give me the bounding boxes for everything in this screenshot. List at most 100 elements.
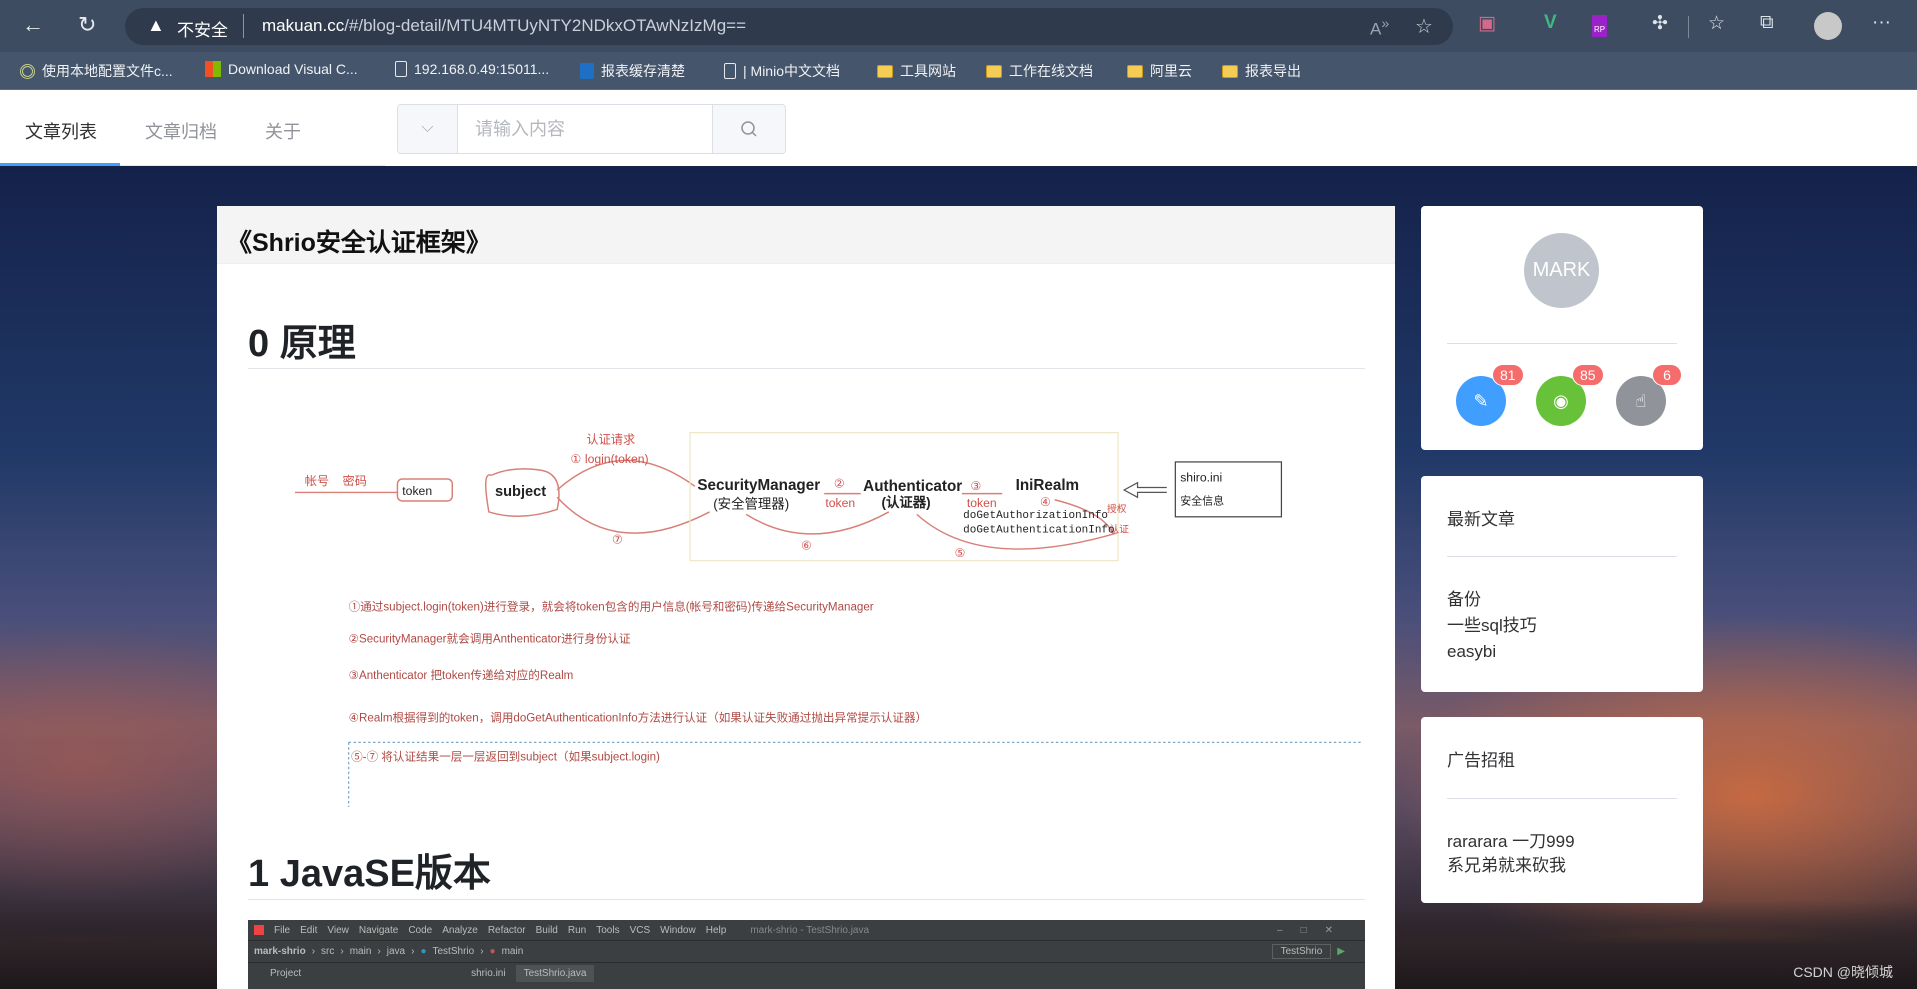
- warning-icon: ▲: [147, 15, 165, 35]
- nav-article-list[interactable]: 文章列表: [25, 118, 97, 144]
- intellij-logo-icon: [254, 925, 264, 935]
- eye-icon: ◉: [1553, 391, 1569, 411]
- card-divider: [1447, 343, 1677, 344]
- bookmark-label: 报表缓存清楚: [601, 63, 685, 79]
- extensions-icon[interactable]: ✣: [1652, 12, 1668, 35]
- ide-menu-item: Tools: [596, 924, 620, 936]
- ide-screenshot-image: File Edit View Navigate Code Analyze Refactor B…: [248, 920, 1365, 989]
- ad-text: rararara 一刀999: [1447, 832, 1575, 851]
- vue-devtools-icon[interactable]: V: [1544, 12, 1557, 34]
- bookmark[interactable]: 使用本地配置文件c...: [20, 61, 173, 81]
- search-icon: [741, 121, 757, 137]
- nav-archive[interactable]: 文章归档: [145, 118, 217, 144]
- ide-menu-item: Window: [660, 924, 696, 936]
- count-badge: 81: [1492, 364, 1524, 386]
- profile-avatar-icon[interactable]: [1814, 12, 1842, 40]
- ide-run-config: TestShrio: [1271, 944, 1332, 959]
- label-step7: ⑦: [612, 533, 623, 547]
- label-step2: ②: [834, 477, 845, 491]
- bookmark[interactable]: 工具网站: [877, 61, 956, 81]
- label-authenticator-cn: (认证器): [881, 494, 930, 510]
- favorites-icon[interactable]: ☆: [1708, 12, 1725, 35]
- nav-about[interactable]: 关于: [265, 118, 301, 144]
- label-step5: ⑤: [955, 546, 966, 560]
- count-badge: 85: [1572, 364, 1604, 386]
- back-icon[interactable]: ←: [22, 12, 44, 38]
- refresh-icon[interactable]: ↻: [78, 12, 96, 38]
- ide-breadcrumb: java: [386, 946, 406, 957]
- security-label[interactable]: 不安全: [177, 16, 228, 41]
- folder-icon: [986, 64, 1002, 78]
- ide-tab: shrio.ini: [471, 968, 506, 979]
- ide-breadcrumb: main: [501, 946, 524, 957]
- heading-divider: [248, 899, 1365, 900]
- note-line: ②SecurityManager就会调用Anthenticator进行身份认证: [349, 631, 631, 645]
- note-line: ③Anthenticator 把token传递给对应的Realm: [349, 668, 574, 682]
- bookmark[interactable]: 工作在线文档: [986, 61, 1093, 81]
- label-ini-file: shiro.ini: [1180, 470, 1222, 484]
- site-header: 文章列表 文章归档 关于: [0, 90, 1917, 166]
- ide-menu-item: VCS: [629, 924, 651, 936]
- label-method2: doGetAuthenticationInfo: [963, 525, 1114, 537]
- section-heading: 0 原理: [248, 323, 356, 365]
- bookmark-label: 192.168.0.49:15011...: [414, 61, 550, 77]
- browser-toolbar: ← ↻ ▲ 不安全 makuan.cc/#/blog-detail/MTU4MT…: [0, 0, 1917, 52]
- bookmark[interactable]: 报表导出: [1222, 61, 1301, 81]
- avatar[interactable]: MARK: [1524, 233, 1599, 308]
- ide-menu-item: Build: [535, 924, 558, 936]
- card-title: 广告招租: [1447, 751, 1515, 770]
- ide-menu-item: File: [274, 924, 291, 936]
- hand-pointer-icon: ☝: [1635, 391, 1647, 411]
- articles-count-button[interactable]: ✎ 81: [1456, 364, 1524, 426]
- heading-divider: [248, 368, 1365, 369]
- bookmark-label: 工作在线文档: [1009, 63, 1093, 79]
- bookmark-label: 工具网站: [900, 63, 956, 79]
- arrow-return-6: [745, 511, 890, 535]
- latest-article-link[interactable]: 备份: [1447, 587, 1481, 613]
- latest-article-link[interactable]: easybi: [1447, 639, 1496, 665]
- card-title: 最新文章: [1447, 510, 1515, 529]
- label-step4: ④: [1040, 495, 1051, 509]
- bookmark-label: Download Visual C...: [228, 61, 358, 77]
- label-security-manager: SecurityManager: [697, 477, 820, 494]
- bilibili-extension-icon[interactable]: ▣: [1478, 12, 1496, 35]
- page-icon: [395, 61, 407, 77]
- hollow-arrow: [1122, 481, 1167, 499]
- label-security-manager-cn: (安全管理器): [713, 495, 789, 511]
- ide-menu-item: Edit: [300, 924, 318, 936]
- ads-card: 广告招租 rararara 一刀999 系兄弟就来砍我: [1421, 717, 1703, 903]
- search-input[interactable]: [459, 105, 711, 153]
- label-authz: 授权: [1107, 502, 1127, 515]
- address-bar[interactable]: ▲ 不安全 makuan.cc/#/blog-detail/MTU4MTUyNT…: [125, 8, 1453, 45]
- bookmark[interactable]: 报表缓存清楚: [580, 61, 685, 81]
- rp-extension-icon[interactable]: RP: [1592, 15, 1607, 37]
- search-button[interactable]: [712, 105, 785, 153]
- collections-icon[interactable]: ⧉: [1760, 12, 1774, 34]
- label-token3: token: [967, 496, 997, 510]
- search-category-select[interactable]: ⌵: [398, 105, 458, 153]
- card-divider: [1447, 798, 1677, 799]
- bookmark[interactable]: 阿里云: [1127, 61, 1192, 81]
- bookmarks-bar: 使用本地配置文件c... Download Visual C... 192.16…: [0, 52, 1917, 90]
- latest-article-link[interactable]: 一些sql技巧: [1447, 613, 1537, 639]
- more-icon[interactable]: ···: [1872, 12, 1891, 34]
- url-text[interactable]: makuan.cc/#/blog-detail/MTU4MTUyNTY2NDkx…: [262, 16, 746, 36]
- views-count-button[interactable]: ◉ 85: [1536, 364, 1604, 426]
- article-title: 《Shrio安全认证框架》: [217, 206, 1395, 264]
- likes-count-button[interactable]: ☝ 6: [1616, 364, 1682, 426]
- ide-window-controls: –□✕: [1277, 924, 1351, 936]
- folder-icon: [877, 64, 893, 78]
- read-aloud-icon[interactable]: A»: [1370, 16, 1389, 40]
- bookmark[interactable]: 192.168.0.49:15011...: [395, 61, 549, 77]
- label-method1: doGetAuthorizationInfo: [963, 510, 1108, 522]
- label-authenticator: Authenticator: [863, 478, 962, 495]
- add-favorite-icon[interactable]: ☆: [1415, 14, 1433, 39]
- ide-tabs: Project shrio.ini TestShrio.java: [248, 962, 1365, 984]
- bookmark-label: 报表导出: [1245, 63, 1301, 79]
- ide-menu-item: Code: [408, 924, 433, 936]
- bookmark[interactable]: | Minio中文文档: [724, 61, 840, 81]
- ide-breadcrumb: src: [321, 946, 335, 957]
- bookmark[interactable]: Download Visual C...: [205, 61, 358, 77]
- edit-icon: ✎: [1473, 391, 1489, 411]
- search-group: ⌵: [397, 104, 786, 154]
